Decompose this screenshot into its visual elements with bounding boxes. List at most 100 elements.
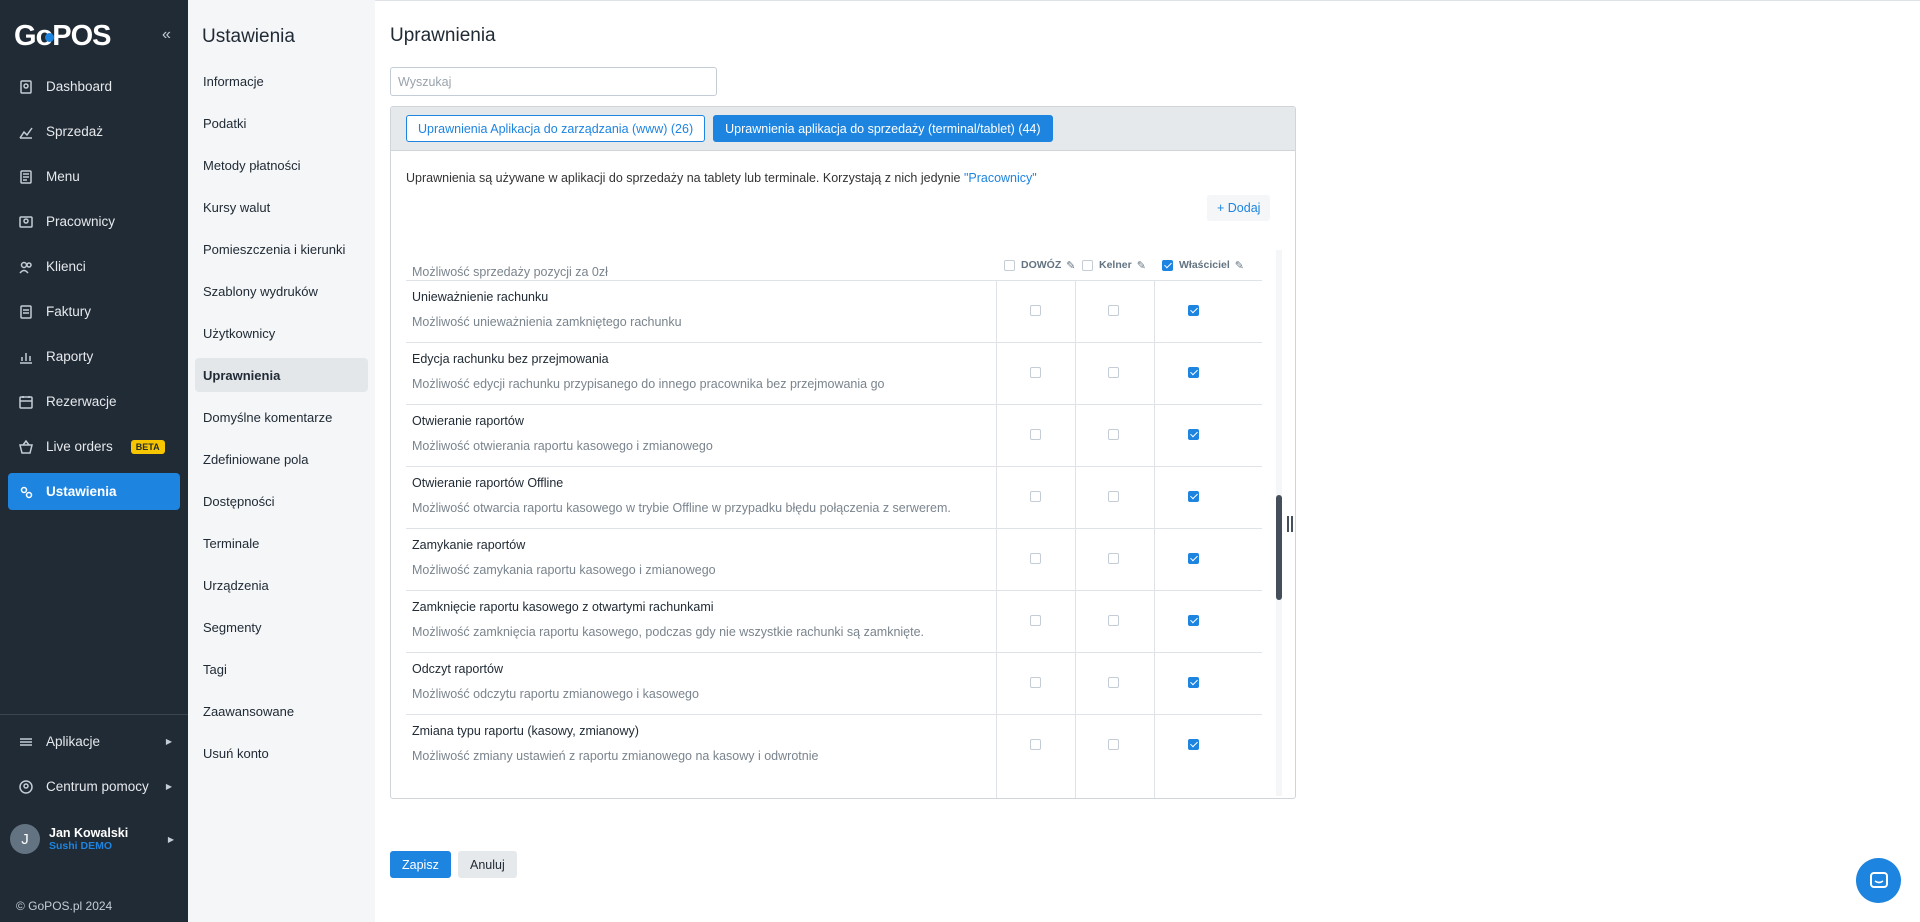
permission-checkbox-kelner[interactable] bbox=[1108, 553, 1119, 564]
settings-subnav: Ustawienia Informacje Podatki Metody płatn… bbox=[188, 0, 375, 922]
sidebar-item-faktury[interactable]: Faktury bbox=[8, 293, 180, 330]
sidebar-item-ustawienia[interactable]: Ustawienia bbox=[8, 473, 180, 510]
subnav-item-urządzenia[interactable]: Urządzenia bbox=[195, 568, 368, 602]
permission-checkbox-kelner[interactable] bbox=[1108, 305, 1119, 316]
subnav-item-użytkownicy[interactable]: Użytkownicy bbox=[195, 316, 368, 350]
collapse-sidebar-icon[interactable]: « bbox=[162, 26, 171, 44]
permission-checkbox-właściciel[interactable] bbox=[1188, 553, 1199, 564]
column-select-all-checkbox[interactable] bbox=[1004, 259, 1015, 271]
user-menu[interactable]: J Jan Kowalski Sushi DEMO ▶ bbox=[0, 824, 188, 854]
column-select-all-checkbox[interactable] bbox=[1082, 259, 1093, 271]
subnav-item-dostępności[interactable]: Dostępności bbox=[195, 484, 368, 518]
sidebar-item-label: Rezerwacje bbox=[46, 394, 117, 409]
table-row: Zmiana typu raportu (kasowy, zmianowy) Mo… bbox=[406, 714, 1262, 776]
sidebar-item-label: Sprzedaż bbox=[46, 124, 104, 139]
vertical-scrollbar-thumb[interactable] bbox=[1276, 495, 1282, 600]
caret-right-icon: ▶ bbox=[167, 834, 174, 844]
permission-checkbox-właściciel[interactable] bbox=[1188, 367, 1199, 378]
permission-checkbox-właściciel[interactable] bbox=[1188, 677, 1199, 688]
sidebar-item-rezerwacje[interactable]: Rezerwacje bbox=[8, 383, 180, 420]
tab-sales-app[interactable]: Uprawnienia aplikacja do sprzedaży (term… bbox=[713, 115, 1053, 142]
permission-checkbox-dowóz[interactable] bbox=[1030, 305, 1041, 316]
column-header-właściciel: Właściciel ✎ bbox=[1162, 250, 1244, 280]
permission-checkbox-dowóz[interactable] bbox=[1030, 677, 1041, 688]
permission-checkbox-dowóz[interactable] bbox=[1030, 553, 1041, 564]
subnav-item-terminale[interactable]: Terminale bbox=[195, 526, 368, 560]
permission-checkbox-dowóz[interactable] bbox=[1030, 739, 1041, 750]
tab-management-app[interactable]: Uprawnienia Aplikacja do zarządzania (ww… bbox=[406, 115, 706, 142]
subnav-item-zdefiniowane-pola[interactable]: Zdefiniowane pola bbox=[195, 442, 368, 476]
subnav-item-kursy-walut[interactable]: Kursy walut bbox=[195, 190, 368, 224]
edit-pencil-icon[interactable]: ✎ bbox=[1137, 259, 1146, 272]
subnav-item-domyślne-komentarze[interactable]: Domyślne komentarze bbox=[195, 400, 368, 434]
permission-checkbox-kelner[interactable] bbox=[1108, 429, 1119, 440]
page-title: Uprawnienia bbox=[390, 25, 496, 46]
sidebar-item-raporty[interactable]: Raporty bbox=[8, 338, 180, 375]
sidebar-item-dashboard[interactable]: Dashboard bbox=[8, 68, 180, 105]
subnav-item-usuń-konto[interactable]: Usuń konto bbox=[195, 736, 368, 770]
subnav-item-szablony-wydruków[interactable]: Szablony wydruków bbox=[195, 274, 368, 308]
sidebar-item-centrum-pomocy[interactable]: Centrum pomocy ▶ bbox=[8, 768, 180, 805]
tabs-bar: Uprawnienia Aplikacja do zarządzania (ww… bbox=[391, 107, 1295, 151]
subnav-item-informacje[interactable]: Informacje bbox=[195, 64, 368, 98]
main-sidebar: Go POS « Dashboard Sprzedaż Menu Pracownicy K… bbox=[0, 0, 188, 922]
column-header-kelner: Kelner ✎ bbox=[1082, 250, 1146, 280]
subnav-item-uprawnienia[interactable]: Uprawnienia bbox=[195, 358, 368, 392]
row-title: Otwieranie raportów bbox=[412, 414, 524, 428]
row-description: Możliwość otwarcia raportu kasowego w tr… bbox=[412, 501, 951, 515]
resize-handle[interactable] bbox=[1287, 516, 1293, 532]
permission-checkbox-właściciel[interactable] bbox=[1188, 491, 1199, 502]
sidebar-item-aplikacje[interactable]: Aplikacje ▶ bbox=[8, 723, 180, 760]
permission-checkbox-właściciel[interactable] bbox=[1188, 429, 1199, 440]
permission-checkbox-dowóz[interactable] bbox=[1030, 615, 1041, 626]
sidebar-item-klienci[interactable]: Klienci bbox=[8, 248, 180, 285]
sidebar-item-live-orders[interactable]: Live orders BETA bbox=[8, 428, 180, 465]
table-row: Zamknięcie raportu kasowego z otwartymi … bbox=[406, 590, 1262, 652]
subnav-item-metody-płatności[interactable]: Metody płatności bbox=[195, 148, 368, 182]
sidebar-item-label: Klienci bbox=[46, 259, 86, 274]
subnav-item-pomieszczenia-i-kierunki[interactable]: Pomieszczenia i kierunki bbox=[195, 232, 368, 266]
subnav-item-podatki[interactable]: Podatki bbox=[195, 106, 368, 140]
gopos-logo[interactable]: Go POS bbox=[14, 20, 112, 53]
subnav-item-zaawansowane[interactable]: Zaawansowane bbox=[195, 694, 368, 728]
sidebar-item-label: Live orders bbox=[46, 439, 113, 454]
sidebar-item-pracownicy[interactable]: Pracownicy bbox=[8, 203, 180, 240]
invoices-icon bbox=[20, 304, 32, 319]
row-description: Możliwość unieważnienia zamkniętego rach… bbox=[412, 315, 682, 329]
permissions-description: Uprawnienia są używane w aplikacji do sp… bbox=[406, 171, 1037, 185]
dashboard-icon bbox=[20, 79, 32, 94]
cancel-button[interactable]: Anuluj bbox=[458, 851, 517, 878]
permission-checkbox-właściciel[interactable] bbox=[1188, 615, 1199, 626]
sidebar-item-menu[interactable]: Menu bbox=[8, 158, 180, 195]
permission-checkbox-kelner[interactable] bbox=[1108, 367, 1119, 378]
subnav-item-tagi[interactable]: Tagi bbox=[195, 652, 368, 686]
vertical-scrollbar[interactable] bbox=[1276, 250, 1282, 796]
permission-checkbox-właściciel[interactable] bbox=[1188, 305, 1199, 316]
permission-checkbox-kelner[interactable] bbox=[1108, 491, 1119, 502]
edit-pencil-icon[interactable]: ✎ bbox=[1066, 259, 1075, 272]
subnav-item-segmenty[interactable]: Segmenty bbox=[195, 610, 368, 644]
basket-icon bbox=[19, 439, 33, 454]
save-button[interactable]: Zapisz bbox=[390, 851, 451, 878]
sidebar-item-label: Faktury bbox=[46, 304, 92, 319]
column-select-all-checkbox[interactable] bbox=[1162, 259, 1173, 271]
caret-right-icon: ▶ bbox=[165, 782, 172, 791]
subnav-list: Informacje Podatki Metody płatności Kursy w… bbox=[195, 64, 368, 778]
permission-checkbox-kelner[interactable] bbox=[1108, 615, 1119, 626]
employees-link[interactable]: "Pracownicy" bbox=[964, 171, 1037, 185]
edit-pencil-icon[interactable]: ✎ bbox=[1235, 259, 1244, 272]
row-title: Edycja rachunku bez przejmowania bbox=[412, 352, 609, 366]
permission-checkbox-dowóz[interactable] bbox=[1030, 491, 1041, 502]
search-input[interactable] bbox=[390, 67, 717, 96]
permission-checkbox-kelner[interactable] bbox=[1108, 739, 1119, 750]
row-description: Możliwość zamykania raportu kasowego i z… bbox=[412, 563, 716, 577]
permission-checkbox-dowóz[interactable] bbox=[1030, 429, 1041, 440]
row-title: Unieważnienie rachunku bbox=[412, 290, 549, 304]
permission-checkbox-dowóz[interactable] bbox=[1030, 367, 1041, 378]
permission-checkbox-właściciel[interactable] bbox=[1188, 739, 1199, 750]
sidebar-item-sprzedaż[interactable]: Sprzedaż bbox=[8, 113, 180, 150]
chat-support-button[interactable] bbox=[1856, 858, 1901, 903]
add-button[interactable]: + Dodaj bbox=[1207, 195, 1271, 221]
permission-checkbox-kelner[interactable] bbox=[1108, 677, 1119, 688]
caret-right-icon: ▶ bbox=[165, 737, 172, 746]
